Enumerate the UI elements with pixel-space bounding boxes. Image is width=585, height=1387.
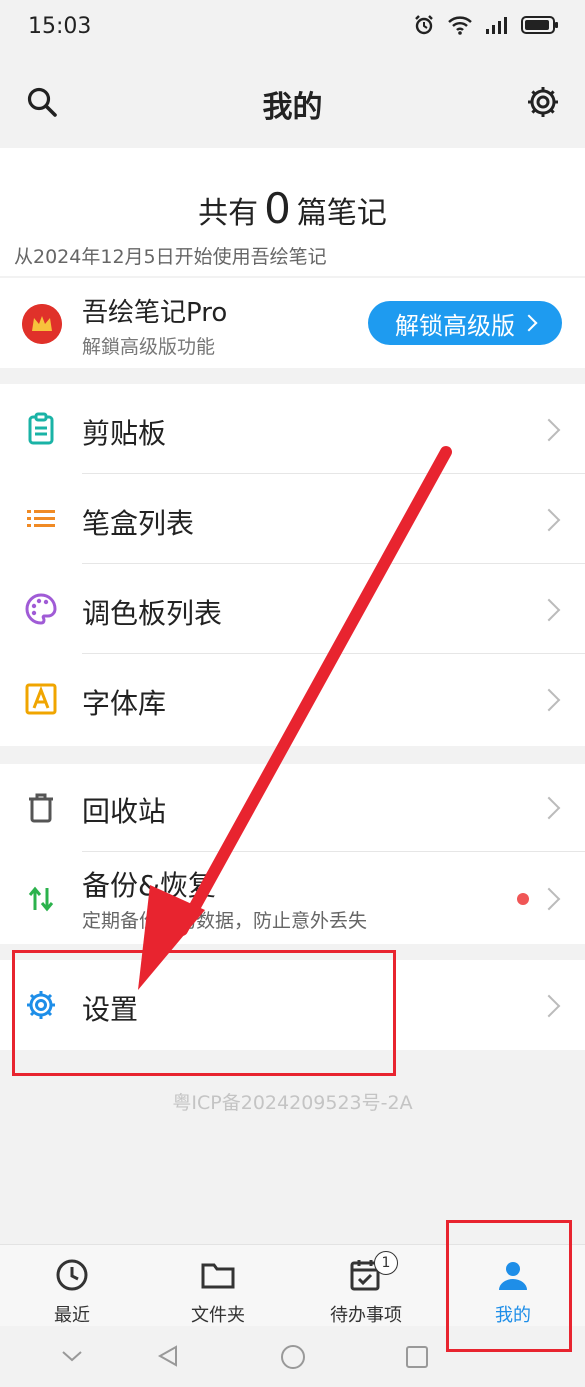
count-prefix: 共有 [198, 196, 259, 231]
todo-count-badge: 1 [374, 1251, 398, 1275]
palette-icon [25, 593, 57, 625]
settings-gear-icon[interactable] [525, 84, 561, 120]
home-icon[interactable] [280, 1344, 306, 1370]
chevron-right-icon [520, 314, 538, 332]
crown-icon [22, 304, 62, 344]
sync-icon [28, 886, 54, 912]
list-icon [27, 510, 55, 527]
pro-subtitle: 解鎖高级版功能 [82, 336, 216, 358]
chevron-right-icon [537, 796, 561, 820]
unlock-premium-button[interactable]: 解锁高级版 [368, 301, 562, 345]
usage-since-text: 从2024年12月5日开始使用吾绘笔记 [14, 246, 327, 268]
annotation-highlight-box [446, 1220, 572, 1352]
pro-banner[interactable]: 吾绘笔记Pro 解鎖高级版功能 解锁高级版 [0, 278, 585, 368]
battery-icon [521, 16, 558, 34]
tab-label: 文件夹 [191, 1305, 245, 1326]
unlock-label: 解锁高级版 [395, 311, 515, 340]
alarm-icon [415, 15, 433, 35]
font-icon [25, 683, 57, 715]
app-header: 我的 [0, 56, 585, 148]
tools-group: 剪贴板 笔盒列表 调色板列表 字体库 [0, 384, 585, 746]
notes-summary-card: 共有 0 篇笔记 从2024年12月5日开始使用吾绘笔记 [0, 148, 585, 276]
chevron-right-icon [537, 418, 561, 442]
folder-icon [201, 1263, 235, 1289]
tab-label: 待办事项 [330, 1305, 402, 1326]
menu-item-recycle-bin[interactable]: 回收站 [0, 764, 585, 852]
data-group: 回收站 备份&恢复 定期备份你的数据，防止意外丢失 [0, 764, 585, 944]
clock-icon [56, 1259, 88, 1291]
trash-icon [29, 793, 53, 823]
menu-item-label: 调色板列表 [82, 597, 223, 630]
clipboard-icon [28, 412, 54, 445]
notes-count: 0 [264, 184, 291, 233]
chevron-right-icon [537, 688, 561, 712]
menu-item-palette-list[interactable]: 调色板列表 [0, 564, 585, 654]
status-icons [413, 14, 559, 36]
tab-recent[interactable]: 最近 [12, 1257, 132, 1327]
menu-item-subtitle: 定期备份你的数据，防止意外丢失 [82, 910, 368, 932]
icp-filing-text: 粤ICP备2024209523号-2A [172, 1092, 413, 1114]
chevron-right-icon [537, 598, 561, 622]
menu-item-label: 字体库 [82, 687, 167, 720]
back-icon[interactable] [156, 1344, 180, 1368]
notes-count-text: 共有 0 篇笔记 [0, 184, 585, 233]
menu-item-clipboard[interactable]: 剪贴板 [0, 384, 585, 474]
menu-item-label: 回收站 [82, 795, 167, 828]
chevron-right-icon [537, 508, 561, 532]
wifi-icon [448, 16, 472, 35]
menu-item-pen-box-list[interactable]: 笔盒列表 [0, 474, 585, 564]
status-bar: 15:03 [0, 0, 585, 56]
chevron-right-icon [537, 887, 561, 911]
tab-todo[interactable]: 待办事项 [306, 1257, 426, 1327]
page-title: 我的 [262, 90, 323, 125]
tab-folders[interactable]: 文件夹 [158, 1257, 278, 1327]
menu-item-label: 剪贴板 [82, 417, 167, 450]
chevron-down-icon[interactable] [60, 1346, 84, 1366]
menu-item-label: 备份&恢复 [82, 869, 216, 902]
menu-item-font-library[interactable]: 字体库 [0, 654, 585, 746]
signal-icon [486, 17, 507, 34]
tab-label: 最近 [54, 1305, 90, 1326]
annotation-highlight-box [12, 950, 396, 1076]
notification-dot [517, 893, 529, 905]
chevron-right-icon [537, 994, 561, 1018]
count-suffix: 篇笔记 [296, 196, 387, 231]
menu-item-label: 笔盒列表 [82, 507, 195, 540]
menu-item-backup-restore[interactable]: 备份&恢复 定期备份你的数据，防止意外丢失 [0, 852, 585, 944]
status-time: 15:03 [28, 14, 92, 39]
recents-icon[interactable] [405, 1345, 429, 1369]
pro-title: 吾绘笔记Pro [82, 298, 228, 328]
